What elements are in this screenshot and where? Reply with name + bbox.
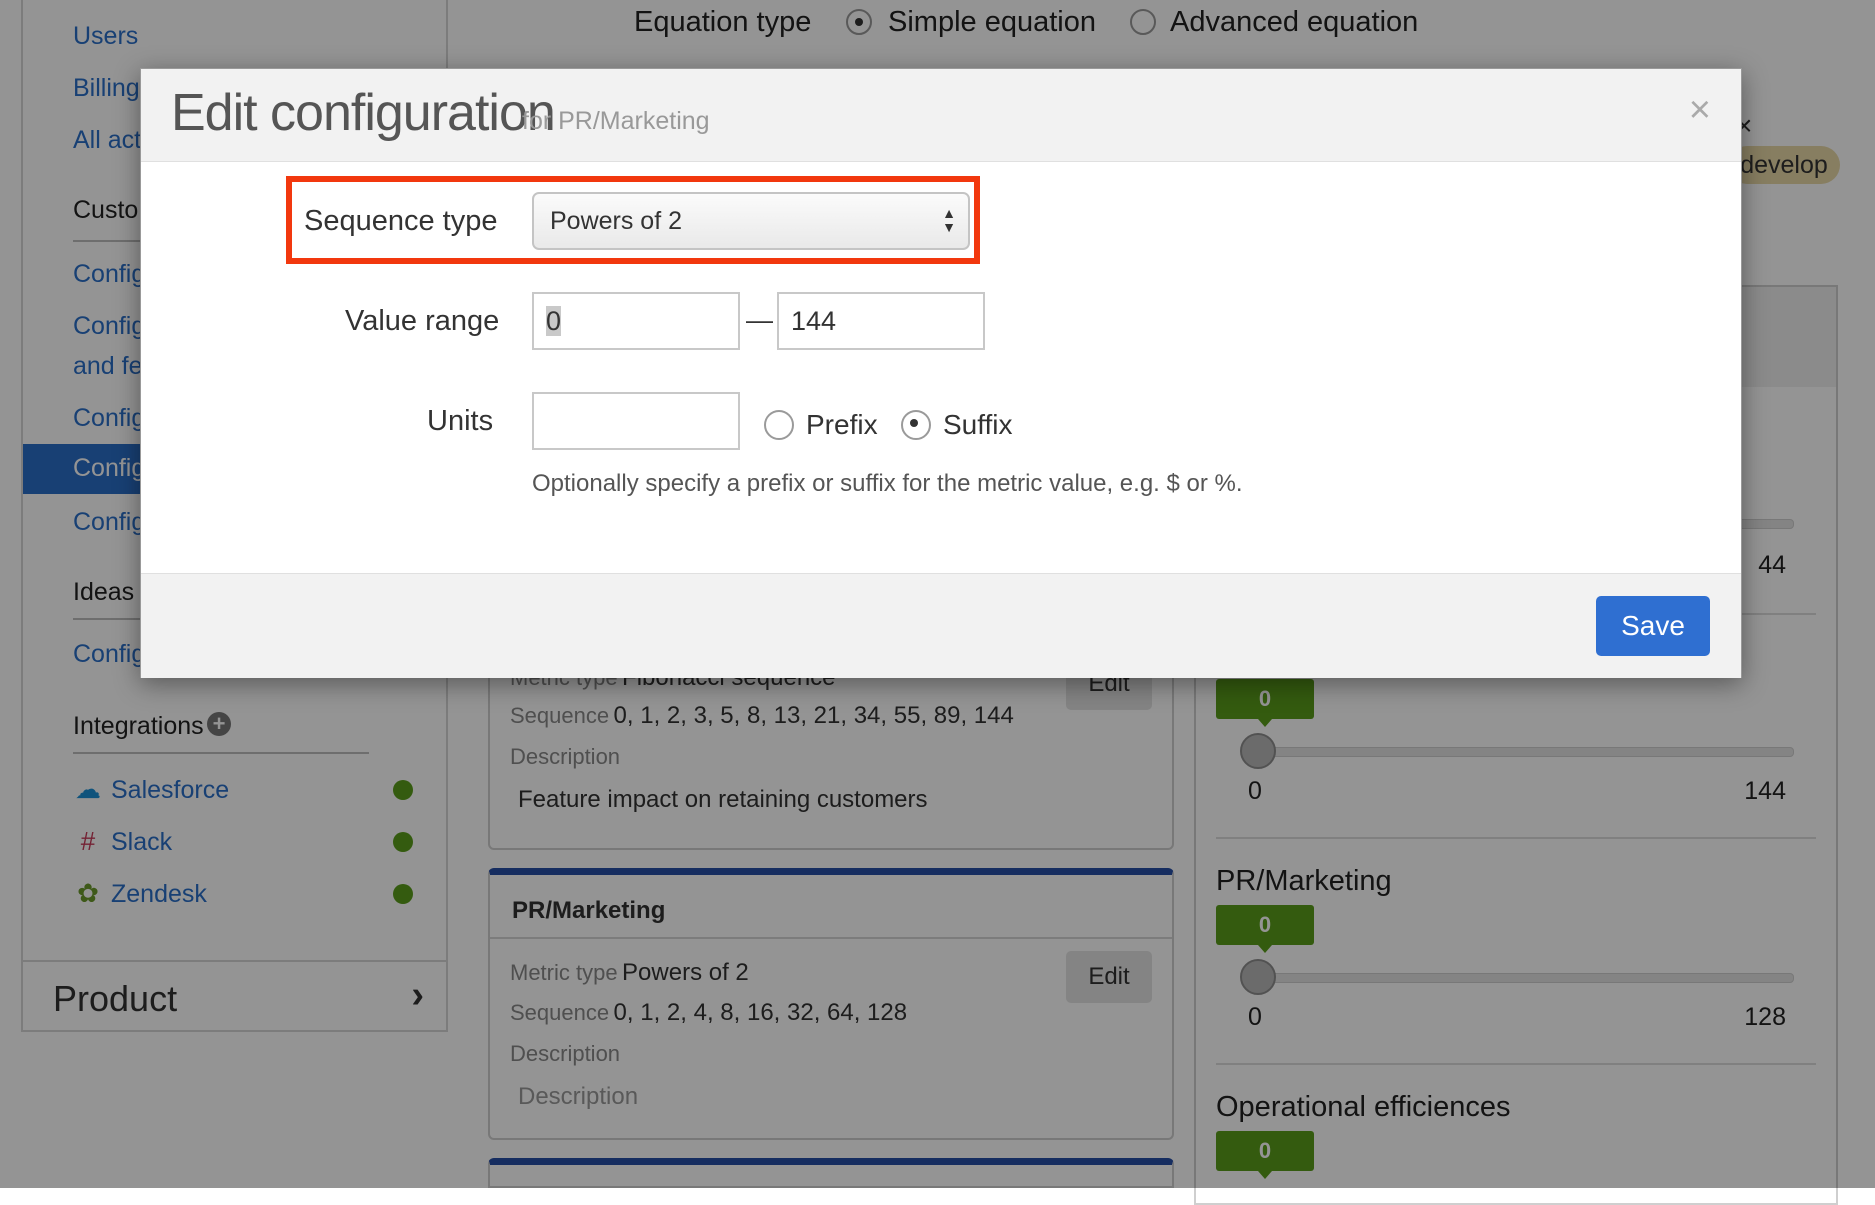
value-range-label: Value range	[345, 305, 500, 337]
range-max-value: 144	[791, 306, 837, 336]
save-button[interactable]: Save	[1596, 596, 1710, 656]
suffix-label[interactable]: Suffix	[943, 409, 1013, 441]
range-min-value: 0	[546, 306, 562, 336]
sequence-type-value: Powers of 2	[550, 207, 683, 235]
units-help-text: Optionally specify a prefix or suffix fo…	[532, 470, 1243, 497]
modal-subtitle: for PR/Marketing	[522, 107, 710, 135]
modal-footer: Save	[141, 573, 1741, 678]
prefix-label[interactable]: Prefix	[806, 409, 878, 441]
range-min-input[interactable]: 0	[532, 292, 740, 350]
units-label: Units	[427, 405, 494, 437]
modal-title: Edit configuration	[171, 84, 556, 142]
sequence-type-label: Sequence type	[304, 205, 498, 237]
modal-header: Edit configuration for PR/Marketing ×	[141, 69, 1741, 162]
units-input[interactable]	[532, 392, 740, 450]
range-separator: —	[746, 305, 773, 335]
range-max-input[interactable]: 144	[777, 292, 985, 350]
sequence-type-select[interactable]: Powers of 2 ▲ ▼	[532, 192, 970, 250]
select-arrows-icon: ▲ ▼	[942, 205, 956, 235]
close-icon[interactable]: ×	[1689, 91, 1711, 129]
prefix-radio[interactable]	[764, 410, 794, 440]
edit-configuration-modal: Edit configuration for PR/Marketing × Se…	[140, 68, 1742, 678]
suffix-radio[interactable]	[901, 410, 931, 440]
